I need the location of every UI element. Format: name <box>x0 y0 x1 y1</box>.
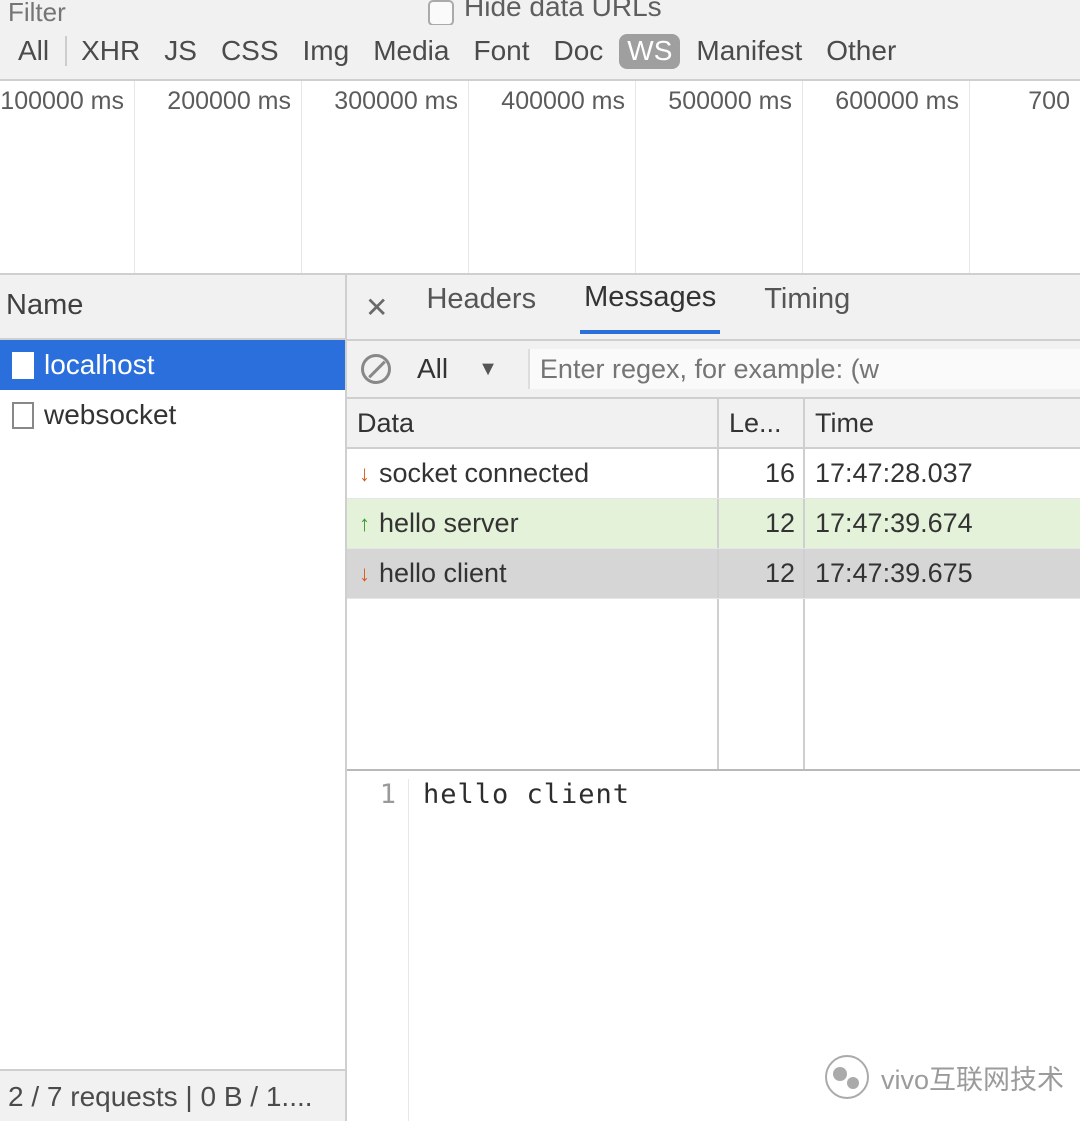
hide-data-urls-label: Hide data URLs <box>464 0 662 23</box>
message-row[interactable]: ↓ socket connected 16 17:47:28.037 <box>347 449 1080 499</box>
file-icon <box>12 402 34 429</box>
message-row[interactable]: ↑ hello server 12 17:47:39.674 <box>347 499 1080 549</box>
requests-panel: Name localhost websocket 2 / 7 requests … <box>0 275 347 1121</box>
tab-messages[interactable]: Messages <box>580 281 720 334</box>
col-header-length[interactable]: Le... <box>719 399 805 447</box>
detail-panel: ✕ Headers Messages Timing All ▼ Data Le.… <box>347 275 1080 1121</box>
message-data: socket connected <box>379 458 589 489</box>
type-tab-xhr[interactable]: XHR <box>73 34 148 69</box>
message-time: 17:47:39.674 <box>805 499 1080 548</box>
close-icon[interactable]: ✕ <box>365 291 388 324</box>
type-tab-font[interactable]: Font <box>465 34 537 69</box>
request-label: websocket <box>44 399 176 431</box>
request-item-websocket[interactable]: websocket <box>0 390 345 440</box>
ws-filter-bar: All ▼ <box>347 341 1080 399</box>
main-split: Name localhost websocket 2 / 7 requests … <box>0 275 1080 1121</box>
ws-filter-dropdown-label[interactable]: All <box>417 353 448 385</box>
timeline-tick: 400000 ms <box>469 81 636 273</box>
requests-list: localhost websocket <box>0 340 345 1069</box>
arrow-down-icon: ↓ <box>359 563 373 585</box>
type-tab-css[interactable]: CSS <box>213 34 287 69</box>
type-tab-ws[interactable]: WS <box>619 34 680 69</box>
filter-row: Hide data URLs <box>0 0 1080 25</box>
arrow-down-icon: ↓ <box>359 463 373 485</box>
chevron-down-icon[interactable]: ▼ <box>478 358 498 381</box>
timeline-tick: 700 <box>970 81 1080 273</box>
type-tab-other[interactable]: Other <box>818 34 904 69</box>
timeline-tick: 200000 ms <box>135 81 302 273</box>
message-length: 16 <box>719 449 805 498</box>
messages-header-row: Data Le... Time <box>347 399 1080 449</box>
message-time: 17:47:39.675 <box>805 549 1080 598</box>
timeline-tick: 100000 ms <box>0 81 135 273</box>
requests-header[interactable]: Name <box>0 275 345 340</box>
tab-headers[interactable]: Headers <box>422 283 540 332</box>
clear-icon[interactable] <box>361 354 391 384</box>
file-icon <box>12 352 34 379</box>
timeline-tick: 300000 ms <box>302 81 469 273</box>
watermark: vivo互联网技术 <box>825 1055 1064 1099</box>
message-time: 17:47:28.037 <box>805 449 1080 498</box>
messages-table: Data Le... Time ↓ socket connected 16 17… <box>347 399 1080 771</box>
type-tab-doc[interactable]: Doc <box>546 34 612 69</box>
payload-text[interactable]: hello client <box>409 779 630 1121</box>
type-tab-media[interactable]: Media <box>365 34 457 69</box>
message-data: hello client <box>379 558 507 589</box>
type-tab-js[interactable]: JS <box>156 34 205 69</box>
request-item-localhost[interactable]: localhost <box>0 340 345 390</box>
ws-regex-input[interactable] <box>528 349 1080 389</box>
message-length: 12 <box>719 499 805 548</box>
messages-empty-area <box>347 599 1080 769</box>
timeline[interactable]: 100000 ms 200000 ms 300000 ms 400000 ms … <box>0 81 1080 275</box>
col-header-time[interactable]: Time <box>805 399 1080 447</box>
type-tab-all[interactable]: All <box>10 34 57 69</box>
col-header-data[interactable]: Data <box>347 399 719 447</box>
message-row[interactable]: ↓ hello client 12 17:47:39.675 <box>347 549 1080 599</box>
message-length: 12 <box>719 549 805 598</box>
hide-data-urls-checkbox[interactable] <box>428 0 454 26</box>
watermark-text: vivo互联网技术 <box>881 1058 1064 1097</box>
type-tab-separator <box>65 36 67 66</box>
type-tab-img[interactable]: Img <box>295 34 358 69</box>
request-label: localhost <box>44 349 155 381</box>
payload-line-number: 1 <box>347 779 409 1121</box>
type-tab-manifest[interactable]: Manifest <box>688 34 810 69</box>
message-data: hello server <box>379 508 519 539</box>
detail-tabs: ✕ Headers Messages Timing <box>347 275 1080 341</box>
status-bar: 2 / 7 requests | 0 B / 1.... <box>0 1069 345 1121</box>
tab-timing[interactable]: Timing <box>760 283 854 332</box>
arrow-up-icon: ↑ <box>359 513 373 535</box>
type-filter-tabs: All XHR JS CSS Img Media Font Doc WS Man… <box>0 25 1080 81</box>
wechat-icon <box>825 1055 869 1099</box>
timeline-tick: 600000 ms <box>803 81 970 273</box>
filter-input[interactable] <box>8 1 398 25</box>
timeline-tick: 500000 ms <box>636 81 803 273</box>
